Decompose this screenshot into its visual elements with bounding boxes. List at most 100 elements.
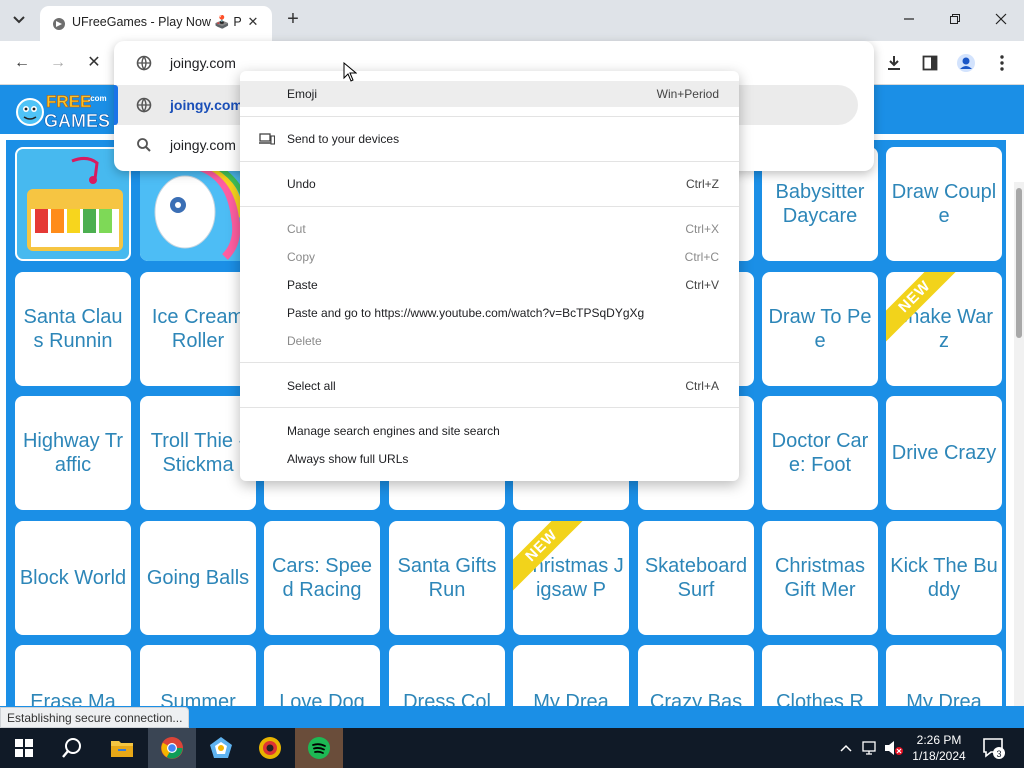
kebab-menu-icon <box>1000 55 1004 71</box>
menu-item-send[interactable]: Send to your devices <box>240 126 739 152</box>
game-tile[interactable]: Draw Couple <box>886 147 1002 261</box>
game-title: Love Dog <box>279 691 365 706</box>
menu-item-copy[interactable]: Copy Ctrl+C <box>240 244 739 270</box>
menu-item-label: Always show full URLs <box>287 452 409 466</box>
profile-avatar-icon <box>957 54 975 72</box>
game-tile[interactable]: Highway Traffic <box>15 396 131 510</box>
game-tile[interactable]: Ice Cream Roller <box>140 272 256 386</box>
game-tile[interactable]: Draw To Pee <box>762 272 878 386</box>
downloads-button[interactable] <box>882 51 906 75</box>
menu-item-manage[interactable]: Manage search engines and site search <box>240 418 739 444</box>
taskbar-search-button[interactable] <box>48 728 96 768</box>
taskbar-chrome[interactable] <box>148 728 196 768</box>
page-scrollbar[interactable] <box>1014 182 1024 706</box>
logo-free-text: FREE <box>46 92 91 111</box>
game-tile[interactable]: My Drea <box>513 645 629 706</box>
menu-item-label: Select all <box>287 379 336 393</box>
tab-close-icon[interactable]: ✕ <box>244 13 262 31</box>
profile-button[interactable] <box>954 51 978 75</box>
game-tile[interactable]: Summer <box>140 645 256 706</box>
spotify-icon <box>308 737 330 759</box>
game-tile[interactable]: Christmas Gift Mer <box>762 521 878 635</box>
game-title: Troll Thie - Stickma <box>150 430 246 476</box>
game-tile[interactable]: Troll Thie - Stickma <box>140 396 256 510</box>
menu-item-paste[interactable]: Paste Ctrl+V <box>240 272 739 298</box>
restore-button[interactable] <box>941 6 969 34</box>
notification-center-button[interactable]: 3 <box>982 736 1006 760</box>
taskbar-spotify[interactable] <box>295 728 343 768</box>
taskbar-clock[interactable]: 2:26 PM 1/18/2024 <box>908 732 970 764</box>
game-tile[interactable]: Drive Crazy <box>886 396 1002 510</box>
close-window-button[interactable] <box>987 6 1015 34</box>
game-tile[interactable]: Love Dog <box>264 645 380 706</box>
forward-button[interactable]: → <box>46 52 70 74</box>
back-button[interactable]: ← <box>10 52 34 74</box>
minimize-button[interactable] <box>895 6 923 34</box>
game-tile[interactable]: Clothes R <box>762 645 878 706</box>
menu-item-undo[interactable]: Undo Ctrl+Z <box>240 171 739 197</box>
game-tile[interactable]: Crazy Bas <box>638 645 754 706</box>
app-pentagon-icon <box>210 737 232 758</box>
game-title: Erase Ma <box>30 691 116 706</box>
game-tile[interactable]: Santa Gifts Run <box>389 521 505 635</box>
active-tab[interactable]: UFreeGames - Play Now 🕹️ Ple ✕ <box>40 6 272 41</box>
browser-menu-button[interactable] <box>990 51 1014 75</box>
game-tile[interactable]: Going Balls <box>140 521 256 635</box>
file-explorer-icon <box>111 741 133 757</box>
game-tile[interactable]: Snake Warz NEW <box>886 272 1002 386</box>
menu-separator <box>240 161 739 162</box>
game-title: Block World <box>19 567 127 589</box>
ufreegames-logo[interactable]: FREE .com GAMES <box>14 88 109 132</box>
network-icon <box>862 741 876 755</box>
menu-item-shortcut: Ctrl+Z <box>686 177 719 191</box>
address-input[interactable]: joingy.com <box>170 55 236 71</box>
game-tile[interactable]: Skateboard Surf <box>638 521 754 635</box>
side-panel-button[interactable] <box>918 51 942 75</box>
menu-separator <box>240 362 739 363</box>
menu-item-select[interactable]: Select all Ctrl+A <box>240 373 739 399</box>
new-tab-button[interactable]: + <box>282 9 304 31</box>
clock-time: 2:26 PM <box>916 733 962 747</box>
mouse-cursor-icon <box>343 62 357 82</box>
game-tile[interactable]: Santa Claus Runnin <box>15 272 131 386</box>
menu-item-emoji[interactable]: Emoji Win+Period <box>240 81 739 107</box>
game-title: Ice Cream Roller <box>151 306 245 352</box>
game-tile[interactable]: Dress Col <box>389 645 505 706</box>
windows-taskbar: 2:26 PM 1/18/2024 3 <box>0 728 1024 768</box>
menu-item-paste[interactable]: Paste and go to https://www.youtube.com/… <box>240 300 739 326</box>
scrollbar-thumb[interactable] <box>1016 188 1022 338</box>
piano-thumbnail <box>17 149 129 259</box>
game-tile[interactable]: My Drea <box>886 645 1002 706</box>
taskbar-app-circle[interactable] <box>246 728 294 768</box>
menu-item-label: Manage search engines and site search <box>287 424 500 438</box>
game-tile[interactable]: Cars: Speed Racing <box>264 521 380 635</box>
game-title: My Drea <box>533 691 609 706</box>
game-tile[interactable]: Doctor Care: Foot <box>762 396 878 510</box>
game-tile[interactable]: Block World <box>15 521 131 635</box>
game-title: Draw To Pee <box>768 306 872 352</box>
download-icon <box>888 56 900 70</box>
side-panel-icon <box>922 55 938 71</box>
taskbar-file-explorer[interactable] <box>98 728 146 768</box>
game-tile[interactable]: Erase Ma <box>15 645 131 706</box>
chevron-up-icon <box>840 744 852 752</box>
network-tray-button[interactable] <box>862 738 880 758</box>
menu-item-delete[interactable]: Delete <box>240 328 739 354</box>
volume-tray-button[interactable] <box>884 738 904 758</box>
menu-item-cut[interactable]: Cut Ctrl+X <box>240 216 739 242</box>
tab-search-button[interactable] <box>8 9 30 31</box>
menu-item-always[interactable]: Always show full URLs <box>240 446 739 472</box>
status-bubble: Establishing secure connection... <box>0 707 190 728</box>
game-tile[interactable]: Kick The Buddy <box>886 521 1002 635</box>
stop-loading-button[interactable]: ✕ <box>82 52 106 74</box>
game-title: Highway Traffic <box>22 430 124 476</box>
chevron-down-icon <box>13 16 25 24</box>
menu-item-label: Delete <box>287 334 322 348</box>
tray-overflow-button[interactable] <box>840 738 852 758</box>
game-tile[interactable]: Christmas Jigsaw P NEW <box>513 521 629 635</box>
game-title: Babysitter Daycare <box>775 181 865 227</box>
taskbar-app-pentagon[interactable] <box>197 728 245 768</box>
search-icon <box>137 138 151 152</box>
menu-separator <box>240 407 739 408</box>
start-button[interactable] <box>0 728 48 768</box>
